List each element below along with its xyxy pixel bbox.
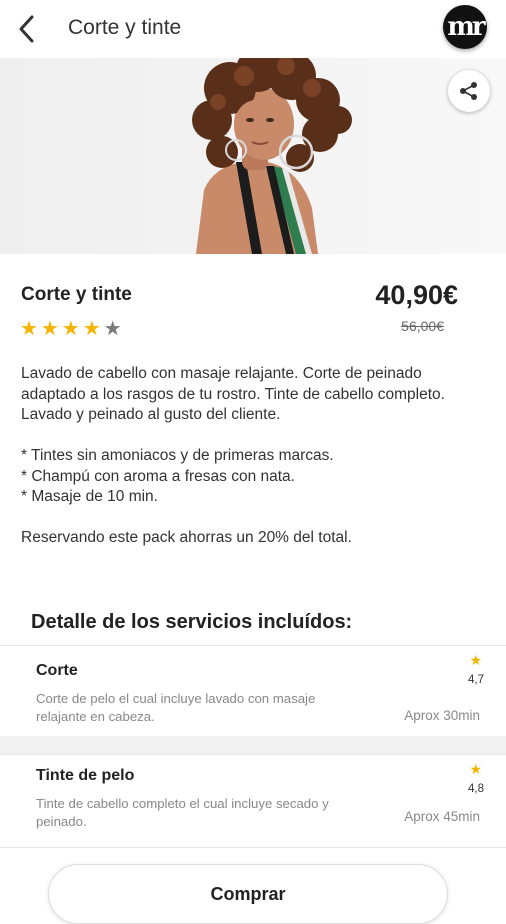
portrait-photo: [192, 58, 352, 254]
service-description: Tinte de cabello completo el cual incluy…: [36, 796, 329, 829]
description-line: * Champú con aroma a fresas con nata.: [21, 467, 295, 485]
description-line: * Tintes sin amoniacos y de primeras mar…: [21, 447, 334, 464]
description-gap: [21, 426, 471, 447]
description-gap: [21, 508, 471, 529]
pack-description: Lavado de cabello con masaje relajante. …: [21, 364, 471, 549]
service-name: Tinte de pelo: [36, 767, 135, 784]
services-title: Detalle de los servicios incluídos:: [31, 611, 353, 633]
divider: [0, 736, 506, 754]
pack-price: 40,90€: [375, 280, 458, 310]
back-button[interactable]: [12, 10, 44, 48]
service-card[interactable]: Corte Corte de pelo el cual incluye lava…: [0, 645, 506, 737]
pack-old-price: 56,00€: [401, 318, 444, 334]
service-card[interactable]: Tinte de pelo Tinte de cabello completo …: [0, 754, 506, 848]
chevron-left-icon: [19, 15, 34, 43]
service-description: Corte de pelo el cual incluye lavado con…: [36, 691, 316, 724]
star-icon: ★: [20, 318, 38, 340]
page-title: Corte y tinte: [68, 16, 182, 39]
description-line: Lavado de cabello con masaje relajante. …: [21, 365, 445, 423]
service-duration: Aprox 30min: [404, 708, 480, 723]
buy-button[interactable]: Comprar: [48, 864, 448, 924]
service-rating: 4,7: [468, 674, 484, 686]
star-icon: ★: [40, 318, 59, 340]
service-name: Corte: [36, 662, 78, 679]
brand-logo[interactable]: mr: [443, 5, 487, 49]
description-line: Reservando este pack ahorras un 20% del …: [21, 529, 352, 546]
service-rating: 4,8: [468, 783, 484, 795]
rating-stars: ★ ★ ★ ★ ★: [20, 318, 122, 340]
star-icon: ★: [469, 761, 482, 777]
star-icon: ★: [103, 318, 122, 340]
service-duration: Aprox 45min: [404, 809, 480, 824]
hero-image: [0, 58, 506, 254]
star-icon: ★: [469, 652, 482, 668]
description-line: * Masaje de 10 min.: [21, 488, 158, 505]
top-app-bar: Corte y tinte mr: [0, 0, 506, 58]
star-icon: ★: [61, 318, 80, 340]
share-button[interactable]: [448, 70, 490, 112]
star-icon: ★: [82, 318, 101, 340]
pack-name: Corte y tinte: [21, 284, 132, 305]
share-icon: [460, 82, 477, 100]
